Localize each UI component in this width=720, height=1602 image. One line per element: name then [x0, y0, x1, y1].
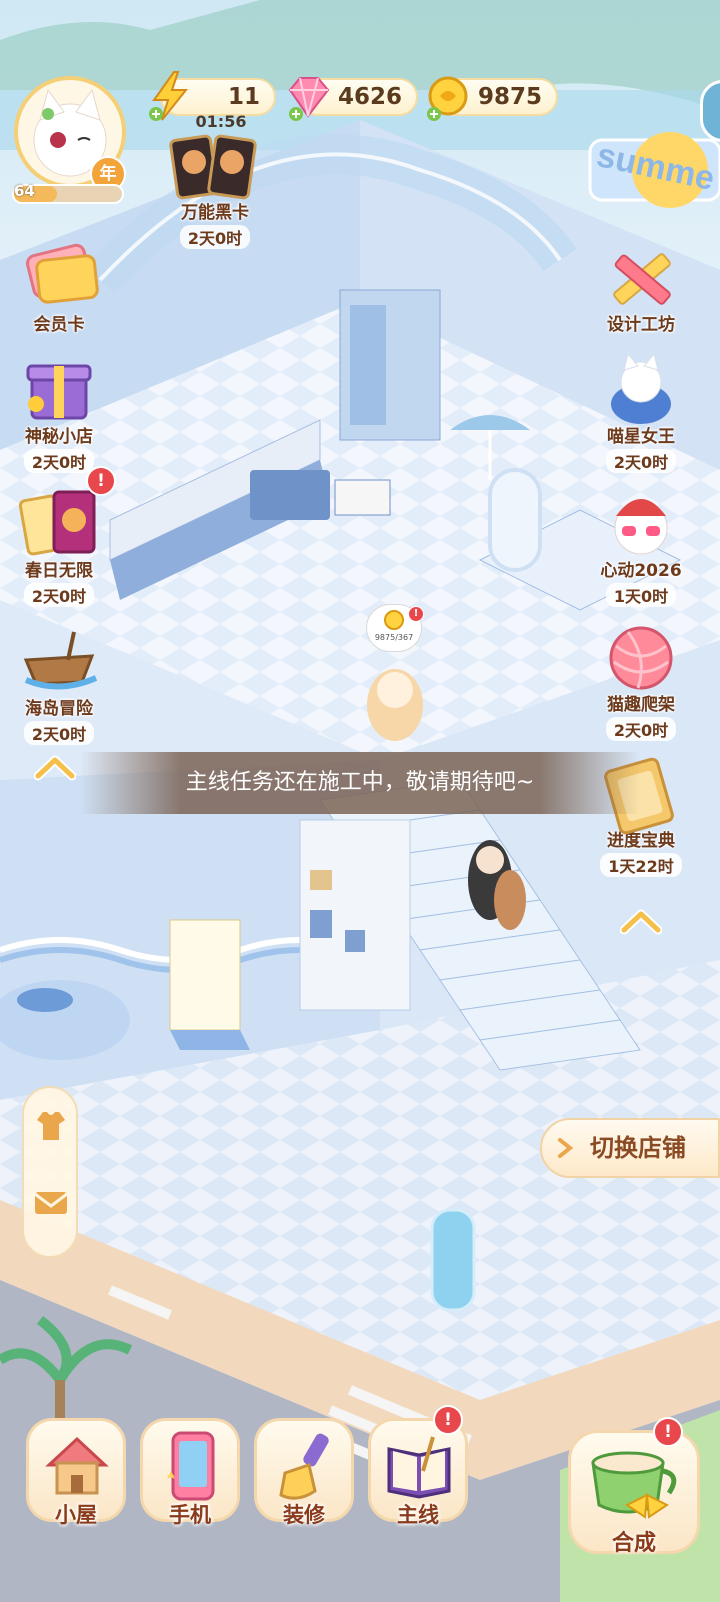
bottom-button-decorate[interactable]: 装修	[254, 1418, 354, 1527]
bottom-button-house[interactable]: 小屋	[26, 1418, 126, 1527]
switch-shop-label: 切换店铺	[590, 1134, 686, 1162]
side-item-heartbeat-2026[interactable]: 心动2026 1天0时	[586, 482, 696, 607]
switch-shop-button[interactable]: 切换店铺	[540, 1118, 720, 1178]
outfit-icon[interactable]	[33, 1108, 69, 1144]
left-toolbar	[22, 1086, 78, 1258]
cat-queen-timer: 2天0时	[605, 449, 677, 473]
side-item-design-workshop[interactable]: 设计工坊	[586, 236, 696, 335]
scroll-up-arrow-right-icon[interactable]	[620, 906, 662, 936]
santa-cat-icon	[614, 499, 668, 555]
decorate-label: 装修	[283, 1503, 325, 1527]
phone-icon	[167, 1431, 215, 1501]
mail-icon[interactable]	[33, 1188, 69, 1218]
cat-queen-icon	[611, 352, 671, 424]
tea-cup-icon	[591, 1451, 677, 1519]
black-card-icon	[169, 134, 257, 200]
scroll-up-arrow-left-icon[interactable]	[34, 752, 76, 782]
coins-value: 9875	[477, 84, 542, 110]
phone-label: 手机	[169, 1503, 211, 1527]
side-item-spring-unlimited[interactable]: ! 春日无限 2天0时	[4, 466, 116, 607]
progress-guide-timer: 1天22时	[600, 853, 682, 877]
spring-unlimited-badge: !	[86, 466, 116, 496]
coin-icon	[427, 76, 468, 121]
gift-box-icon	[26, 364, 92, 420]
card-pack-icon	[18, 490, 96, 556]
side-item-vip-card[interactable]: 会员卡	[4, 236, 114, 335]
heartbeat-2026-timer: 1天0时	[605, 583, 677, 607]
black-card-timer: 2天0时	[179, 225, 251, 249]
island-adventure-timer: 2天0时	[23, 721, 95, 745]
merge-label: 合成	[611, 1531, 656, 1556]
side-item-cat-tree[interactable]: 猫趣爬架 2天0时	[586, 616, 696, 741]
bottom-button-main-quest[interactable]: ! 主线	[368, 1405, 468, 1527]
main-quest-label: 主线	[397, 1503, 439, 1527]
cat-tree-timer: 2天0时	[605, 717, 677, 741]
quest-book-icon	[387, 1436, 451, 1499]
yarn-ball-icon	[609, 626, 673, 690]
side-item-island-adventure[interactable]: 海岛冒险 2天0时	[4, 620, 114, 745]
chevron-right-icon	[558, 1138, 574, 1158]
bubble-coin-icon	[384, 610, 404, 630]
bubble-badge: !	[408, 606, 424, 622]
merge-badge: !	[653, 1417, 683, 1447]
boat-icon	[23, 631, 98, 690]
bottom-button-merge[interactable]: ! 合成	[568, 1417, 700, 1556]
mystery-shop-timer: 2天0时	[23, 449, 95, 473]
main-quest-badge: !	[433, 1405, 463, 1435]
bottom-button-phone[interactable]: 手机	[140, 1418, 240, 1527]
diamond-icon	[288, 77, 330, 121]
energy-value: 11	[227, 84, 260, 110]
player-level: 64	[14, 182, 35, 200]
gems-value: 4626	[337, 84, 402, 110]
bubble-coin-text: 9875/367	[374, 633, 414, 642]
energy-timer: 01:56	[195, 112, 247, 131]
toast-message: 主线任务还在施工中，敬请期待吧~	[80, 752, 640, 814]
spring-unlimited-timer: 2天0时	[23, 583, 95, 607]
house-icon	[45, 1436, 109, 1495]
pencil-ruler-icon	[613, 253, 671, 305]
house-label: 小屋	[55, 1503, 97, 1527]
vip-card-icon	[25, 243, 99, 304]
side-item-cat-queen[interactable]: 喵星女王 2天0时	[586, 348, 696, 473]
side-item-mystery-shop[interactable]: 神秘小店 2天0时	[4, 348, 114, 473]
top-event-black-card[interactable]: 万能黑卡 2天0时	[150, 132, 280, 249]
paintbrush-icon	[279, 1433, 329, 1500]
